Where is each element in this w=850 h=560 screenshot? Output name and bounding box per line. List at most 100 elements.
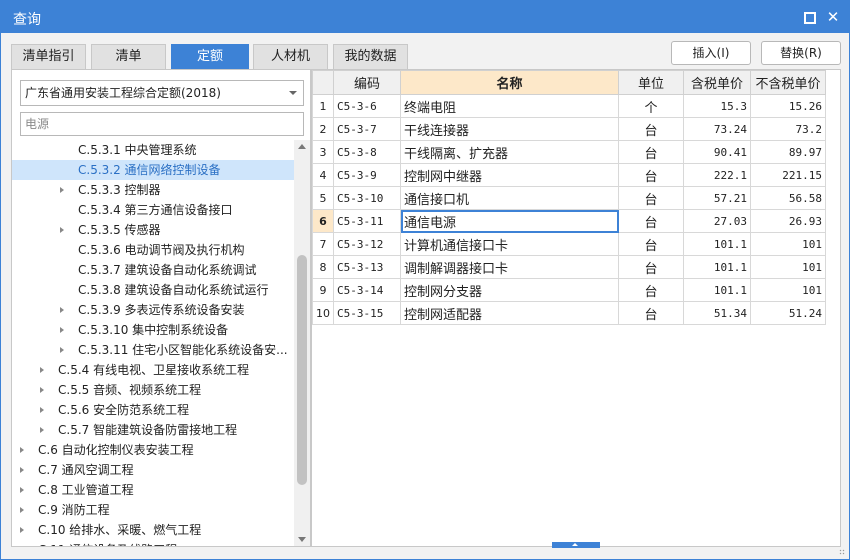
cell-unit[interactable]: 台: [618, 278, 684, 302]
cell-notax-price[interactable]: 101: [750, 232, 826, 256]
tree-node[interactable]: C.5.3.10 集中控制系统设备: [12, 320, 294, 340]
chevron-right-icon[interactable]: [20, 527, 24, 533]
chevron-right-icon[interactable]: [20, 487, 24, 493]
cell-tax-price[interactable]: 222.1: [683, 163, 751, 187]
cell-name[interactable]: 计算机通信接口卡: [400, 232, 619, 256]
tree-node[interactable]: C.5.3.11 住宅小区智能化系统设备安...: [12, 340, 294, 360]
cell-unit[interactable]: 台: [618, 232, 684, 256]
tree-node[interactable]: C.8 工业管道工程: [12, 480, 294, 500]
cell-name[interactable]: 通信接口机: [400, 186, 619, 210]
cell-unit[interactable]: 台: [618, 140, 684, 164]
cell-unit[interactable]: 台: [618, 117, 684, 141]
tree-node[interactable]: C.5.3.6 电动调节阀及执行机构: [12, 240, 294, 260]
row-index[interactable]: 2: [312, 117, 334, 141]
cell-tax-price[interactable]: 15.3: [683, 94, 751, 118]
tree-node[interactable]: C.5.3.8 建筑设备自动化系统试运行: [12, 280, 294, 300]
row-index[interactable]: 10: [312, 301, 334, 325]
cell-unit[interactable]: 台: [618, 186, 684, 210]
tree-node[interactable]: C.6 自动化控制仪表安装工程: [12, 440, 294, 460]
header-tax-price[interactable]: 含税单价: [683, 70, 751, 95]
cell-name[interactable]: 控制网适配器: [400, 301, 619, 325]
cell-name[interactable]: 通信电源: [400, 209, 619, 233]
cell-unit[interactable]: 台: [618, 163, 684, 187]
row-index[interactable]: 9: [312, 278, 334, 302]
header-notax-price[interactable]: 不含税单价: [750, 70, 826, 95]
insert-button[interactable]: 插入(I): [671, 41, 751, 65]
tree-node[interactable]: C.9 消防工程: [12, 500, 294, 520]
tab-bill-guide[interactable]: 清单指引: [11, 44, 86, 70]
cell-code[interactable]: C5-3-14: [333, 278, 401, 302]
tree-node[interactable]: C.10 给排水、采暖、燃气工程: [12, 520, 294, 540]
tree-node[interactable]: C.5.3.3 控制器: [12, 180, 294, 200]
cell-notax-price[interactable]: 26.93: [750, 209, 826, 233]
chevron-right-icon[interactable]: [40, 407, 44, 413]
scroll-down-icon[interactable]: [298, 537, 306, 542]
tab-quota[interactable]: 定额: [171, 44, 249, 70]
table-row[interactable]: 4 C5-3-9 控制网中继器台 222.1 221.15: [312, 163, 826, 187]
cell-name[interactable]: 调制解调器接口卡: [400, 255, 619, 279]
cell-notax-price[interactable]: 101: [750, 255, 826, 279]
cell-tax-price[interactable]: 73.24: [683, 117, 751, 141]
cell-code[interactable]: C5-3-13: [333, 255, 401, 279]
cell-name[interactable]: 控制网中继器: [400, 163, 619, 187]
table-row[interactable]: 10 C5-3-15 控制网适配器台 51.34 51.24: [312, 301, 826, 325]
cell-notax-price[interactable]: 73.2: [750, 117, 826, 141]
cell-tax-price[interactable]: 101.1: [683, 232, 751, 256]
table-row[interactable]: 8 C5-3-13 调制解调器接口卡台 101.1 101: [312, 255, 826, 279]
row-index[interactable]: 4: [312, 163, 334, 187]
cell-tax-price[interactable]: 101.1: [683, 278, 751, 302]
cell-unit[interactable]: 台: [618, 209, 684, 233]
search-input[interactable]: [20, 112, 304, 136]
cell-notax-price[interactable]: 221.15: [750, 163, 826, 187]
tree-node[interactable]: C.5.4 有线电视、卫星接收系统工程: [12, 360, 294, 380]
tree-node[interactable]: C.11 通信设备及线路工程: [12, 540, 294, 546]
header-code[interactable]: 编码: [333, 70, 401, 95]
cell-notax-price[interactable]: 15.26: [750, 94, 826, 118]
cell-code[interactable]: C5-3-10: [333, 186, 401, 210]
row-index[interactable]: 7: [312, 232, 334, 256]
row-index[interactable]: 3: [312, 140, 334, 164]
cell-tax-price[interactable]: 90.41: [683, 140, 751, 164]
replace-button[interactable]: 替换(R): [761, 41, 841, 65]
cell-code[interactable]: C5-3-9: [333, 163, 401, 187]
close-icon[interactable]: ✕: [825, 9, 841, 25]
cell-tax-price[interactable]: 27.03: [683, 209, 751, 233]
tree-node[interactable]: C.5.3.9 多表远传系统设备安装: [12, 300, 294, 320]
chevron-right-icon[interactable]: [60, 347, 64, 353]
tree-node[interactable]: C.7 通风空调工程: [12, 460, 294, 480]
chevron-right-icon[interactable]: [60, 327, 64, 333]
tree-node[interactable]: C.5.3.2 通信网络控制设备: [12, 160, 294, 180]
maximize-icon[interactable]: [801, 9, 817, 25]
table-row[interactable]: 5 C5-3-10 通信接口机台 57.21 56.58: [312, 186, 826, 210]
cell-code[interactable]: C5-3-11: [333, 209, 401, 233]
header-name[interactable]: 名称: [400, 70, 619, 95]
table-row[interactable]: 7 C5-3-12 计算机通信接口卡台 101.1 101: [312, 232, 826, 256]
cell-code[interactable]: C5-3-15: [333, 301, 401, 325]
scroll-thumb[interactable]: [297, 255, 307, 485]
row-index[interactable]: 5: [312, 186, 334, 210]
row-index[interactable]: 6: [312, 209, 334, 233]
cell-tax-price[interactable]: 57.21: [683, 186, 751, 210]
cell-name[interactable]: 干线连接器: [400, 117, 619, 141]
cell-code[interactable]: C5-3-6: [333, 94, 401, 118]
cell-notax-price[interactable]: 51.24: [750, 301, 826, 325]
cell-tax-price[interactable]: 51.34: [683, 301, 751, 325]
tree-node[interactable]: C.5.7 智能建筑设备防雷接地工程: [12, 420, 294, 440]
cell-unit[interactable]: 个: [618, 94, 684, 118]
table-row[interactable]: 1 C5-3-6 终端电阻个 15.3 15.26: [312, 94, 826, 118]
tree-node[interactable]: C.5.3.7 建筑设备自动化系统调试: [12, 260, 294, 280]
cell-code[interactable]: C5-3-8: [333, 140, 401, 164]
cell-unit[interactable]: 台: [618, 301, 684, 325]
table-row[interactable]: 9 C5-3-14 控制网分支器台 101.1 101: [312, 278, 826, 302]
table-row[interactable]: 3 C5-3-8 干线隔离、扩充器台 90.41 89.97: [312, 140, 826, 164]
cell-unit[interactable]: 台: [618, 255, 684, 279]
quota-library-select[interactable]: 广东省通用安装工程综合定额(2018): [20, 80, 304, 106]
row-index[interactable]: 1: [312, 94, 334, 118]
table-row[interactable]: 2 C5-3-7 干线连接器台 73.24 73.2: [312, 117, 826, 141]
cell-notax-price[interactable]: 101: [750, 278, 826, 302]
table-row[interactable]: 6 C5-3-11 通信电源台 27.03 26.93: [312, 209, 826, 233]
tab-bill[interactable]: 清单: [91, 44, 166, 70]
cell-notax-price[interactable]: 89.97: [750, 140, 826, 164]
tree-node[interactable]: C.5.3.4 第三方通信设备接口: [12, 200, 294, 220]
cell-code[interactable]: C5-3-12: [333, 232, 401, 256]
